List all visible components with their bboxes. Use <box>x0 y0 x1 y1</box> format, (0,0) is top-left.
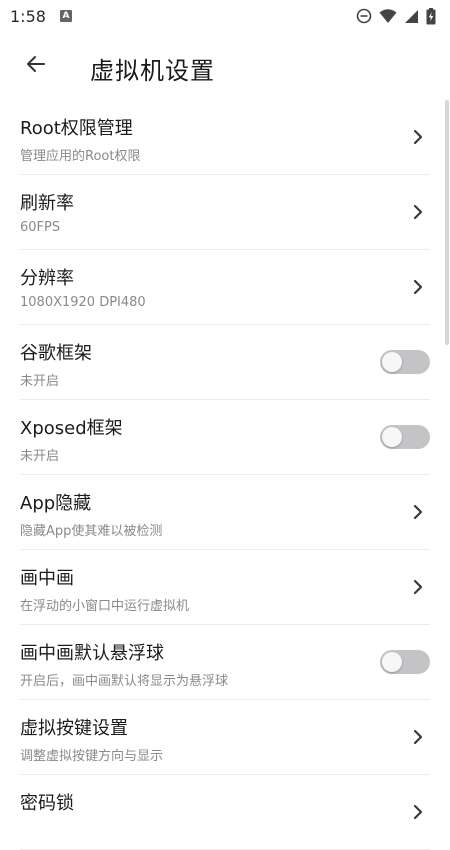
settings-item-title: Xposed框架 <box>20 418 123 439</box>
battery-charging-icon <box>426 7 436 25</box>
settings-item[interactable]: 谷歌框架 未开启 <box>0 325 450 400</box>
chevron-right-icon <box>412 803 424 821</box>
settings-item[interactable]: App隐藏隐藏App使其难以被检测 <box>0 475 450 550</box>
settings-item-title: Root权限管理 <box>20 118 133 139</box>
back-arrow-icon <box>24 52 48 80</box>
settings-item-title: App隐藏 <box>20 493 92 514</box>
status-time: 1:58 <box>10 6 46 26</box>
wifi-icon <box>379 8 397 24</box>
toggle-knob <box>382 427 402 447</box>
chevron-right-icon <box>412 503 424 521</box>
settings-item[interactable]: 刷新率 60FPS <box>0 175 450 250</box>
settings-item-subtitle: 调整虚拟按键方向与显示 <box>20 749 164 764</box>
settings-item[interactable]: 分辨率 1080X1920 DPI480 <box>0 250 450 325</box>
settings-item[interactable]: 画中画在浮动的小窗口中运行虚拟机 <box>0 550 450 625</box>
settings-item-title: 密码锁 <box>20 793 74 814</box>
toggle-knob <box>382 652 402 672</box>
status-bar: 1:58 A <box>0 0 450 32</box>
settings-item-subtitle: 管理应用的Root权限 <box>20 149 141 164</box>
settings-list: Root权限管理管理应用的Root权限刷新率 60FPS 分辨率 1080X1920 … <box>0 100 450 850</box>
settings-item-title: 分辨率 <box>20 268 74 289</box>
chevron-right-icon <box>412 728 424 746</box>
notification-app-icon: A <box>59 10 72 22</box>
settings-item-title: 画中画默认悬浮球 <box>20 643 164 664</box>
status-icons <box>356 7 436 25</box>
settings-item-subtitle: 未开启 <box>20 449 60 464</box>
toggle-knob <box>382 352 402 372</box>
settings-item[interactable]: 画中画默认悬浮球开启后，画中画默认将显示为悬浮球 <box>0 625 450 700</box>
app-bar: 虚拟机设置 <box>0 32 450 100</box>
settings-item[interactable]: Xposed框架未开启 <box>0 400 450 475</box>
toggle-switch[interactable] <box>380 650 430 674</box>
page-title: 虚拟机设置 <box>90 57 215 85</box>
settings-item[interactable]: 密码锁 <box>0 775 450 850</box>
scrollbar[interactable] <box>445 100 449 345</box>
settings-item-title: 谷歌框架 <box>20 343 92 364</box>
chevron-right-icon <box>412 278 424 296</box>
settings-item-subtitle: 未开启 <box>20 374 60 389</box>
toggle-switch[interactable] <box>380 350 430 374</box>
chevron-right-icon <box>412 578 424 596</box>
settings-item-title: 刷新率 <box>20 193 74 214</box>
back-button[interactable] <box>16 46 56 86</box>
settings-item[interactable]: Root权限管理管理应用的Root权限 <box>0 100 450 175</box>
settings-item-subtitle: 隐藏App使其难以被检测 <box>20 524 163 539</box>
settings-item-title: 虚拟按键设置 <box>20 718 128 739</box>
settings-item-subtitle: 1080X1920 DPI480 <box>20 295 146 310</box>
settings-item-subtitle: 开启后，画中画默认将显示为悬浮球 <box>20 674 229 689</box>
toggle-switch[interactable] <box>380 425 430 449</box>
cellular-signal-icon <box>404 9 419 24</box>
settings-item-subtitle: 在浮动的小窗口中运行虚拟机 <box>20 599 190 614</box>
settings-item[interactable]: 虚拟按键设置调整虚拟按键方向与显示 <box>0 700 450 775</box>
chevron-right-icon <box>412 203 424 221</box>
do-not-disturb-icon <box>356 8 372 24</box>
chevron-right-icon <box>412 128 424 146</box>
settings-item-subtitle: 60FPS <box>20 220 61 235</box>
settings-item-title: 画中画 <box>20 568 74 589</box>
